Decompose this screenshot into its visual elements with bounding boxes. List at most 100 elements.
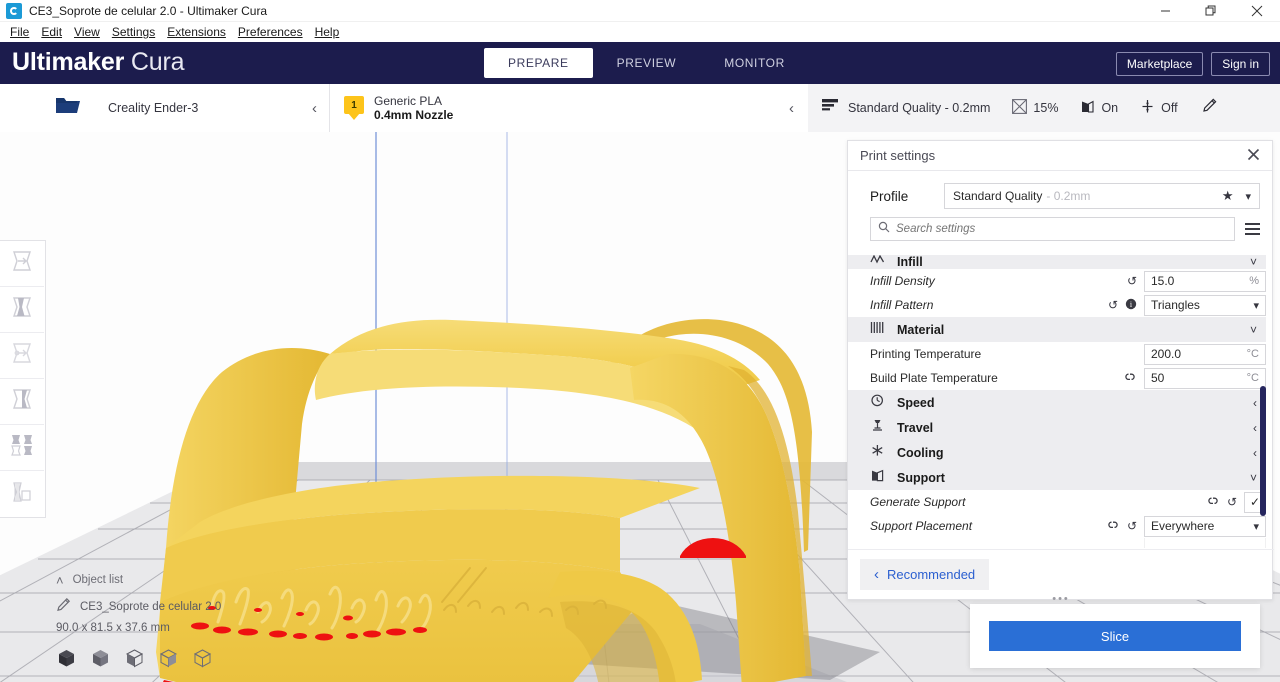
value-text: Everywhere bbox=[1151, 519, 1215, 533]
revert-icon[interactable]: ↺ bbox=[1127, 274, 1137, 288]
rotate-tool[interactable] bbox=[0, 333, 44, 379]
settings-scrollbar[interactable] bbox=[1260, 386, 1266, 516]
per-model-settings-tool[interactable] bbox=[0, 425, 44, 471]
menu-view-label: View bbox=[74, 25, 100, 39]
move-tool[interactable] bbox=[0, 241, 44, 287]
menu-edit[interactable]: Edit bbox=[35, 23, 68, 41]
category-label-infill: Infill bbox=[897, 255, 923, 269]
machine-selector[interactable]: Creality Ender-3 ‹ bbox=[96, 84, 330, 132]
slice-button[interactable]: Slice bbox=[989, 621, 1241, 651]
setting-row-build-plate-temperature[interactable]: Build Plate Temperature 50 °C bbox=[870, 366, 1266, 390]
setting-label: Generate Support bbox=[870, 495, 966, 509]
chevron-down-icon: ▾ bbox=[1253, 520, 1259, 533]
settings-menu-icon[interactable] bbox=[1245, 223, 1260, 235]
favorite-star-icon[interactable]: ★ bbox=[1222, 188, 1234, 204]
settings-category-material[interactable]: Material ˅ bbox=[848, 317, 1266, 342]
cura-logo-icon bbox=[6, 2, 22, 19]
stage-tabs: PREPARE PREVIEW MONITOR bbox=[484, 48, 809, 78]
chevron-left-icon: ‹ bbox=[1253, 420, 1257, 435]
setting-row-printing-temperature[interactable]: Printing Temperature 200.0 °C bbox=[870, 342, 1266, 366]
close-icon[interactable] bbox=[1247, 148, 1260, 164]
setting-label: Build Plate Temperature bbox=[870, 371, 998, 385]
setting-row-infill-density[interactable]: Infill Density ↺ 15.0 % bbox=[870, 269, 1266, 293]
revert-icon[interactable]: ↺ bbox=[1227, 495, 1237, 509]
search-settings-box[interactable] bbox=[870, 217, 1235, 241]
adhesion-value: Off bbox=[1161, 101, 1178, 115]
adhesion-summary: Off bbox=[1140, 99, 1178, 117]
mirror-tool[interactable] bbox=[0, 379, 44, 425]
print-settings-footer: ‹ Recommended ••• bbox=[848, 549, 1274, 605]
menu-help[interactable]: Help bbox=[309, 23, 346, 41]
settings-category-infill[interactable]: Infill ˅ bbox=[848, 255, 1266, 269]
setting-row-infill-pattern[interactable]: Infill Pattern ↺ i Triangles ▾ bbox=[870, 293, 1266, 317]
link-icon[interactable] bbox=[1106, 519, 1120, 534]
object-name: CE3_Soprote de celular 2.0 bbox=[80, 601, 222, 613]
link-icon[interactable] bbox=[1123, 371, 1137, 386]
object-list-header[interactable]: ˄ Object list bbox=[56, 570, 221, 590]
setting-row-support-placement[interactable]: Support Placement ↺ Everywhere ▾ bbox=[870, 514, 1266, 538]
settings-category-travel[interactable]: Travel ‹ bbox=[848, 415, 1266, 440]
menu-preferences-label: Preferences bbox=[237, 25, 303, 39]
close-icon[interactable] bbox=[1234, 0, 1280, 22]
tab-monitor[interactable]: MONITOR bbox=[700, 48, 809, 78]
value-unit: °C bbox=[1246, 372, 1259, 384]
settings-list[interactable]: Infill ˅ Infill Density ↺ 15.0 % Infill … bbox=[848, 255, 1274, 551]
profile-dropdown[interactable]: Standard Quality - 0.2mm ★ ▾ bbox=[944, 183, 1260, 209]
pencil-icon[interactable] bbox=[1202, 98, 1217, 118]
infill-summary: 15% bbox=[1012, 99, 1058, 117]
profile-label: Profile bbox=[870, 188, 909, 204]
menu-preferences[interactable]: Preferences bbox=[232, 23, 309, 41]
info-icon[interactable]: i bbox=[1125, 298, 1137, 313]
print-settings-panel: Print settings Profile Standard Quality … bbox=[847, 140, 1274, 605]
view-xray-icon[interactable] bbox=[90, 648, 111, 674]
scale-tool-icon bbox=[9, 294, 35, 325]
menu-extensions[interactable]: Extensions bbox=[161, 23, 232, 41]
support-icon bbox=[870, 469, 885, 487]
setting-value-printing-temperature[interactable]: 200.0 °C bbox=[1144, 343, 1266, 365]
menu-help-label: Help bbox=[314, 25, 340, 39]
tab-prepare[interactable]: PREPARE bbox=[484, 48, 593, 78]
marketplace-button[interactable]: Marketplace bbox=[1115, 52, 1204, 76]
setting-value-support-placement[interactable]: Everywhere ▾ bbox=[1144, 515, 1266, 537]
menu-file[interactable]: File bbox=[4, 23, 35, 41]
support-blocker-icon bbox=[9, 479, 35, 510]
chevron-left-icon: ‹ bbox=[312, 99, 317, 117]
recommended-button[interactable]: ‹ Recommended bbox=[860, 559, 990, 590]
view-wireframe-icon[interactable] bbox=[192, 648, 213, 674]
search-icon bbox=[878, 220, 890, 238]
menu-settings[interactable]: Settings bbox=[106, 23, 161, 41]
revert-icon[interactable]: ↺ bbox=[1108, 298, 1118, 312]
tab-preview[interactable]: PREVIEW bbox=[593, 48, 701, 78]
sign-in-button[interactable]: Sign in bbox=[1211, 52, 1270, 76]
category-label-support: Support bbox=[897, 470, 945, 485]
menu-settings-label: Settings bbox=[111, 25, 156, 39]
setting-value-infill-pattern[interactable]: Triangles ▾ bbox=[1144, 294, 1266, 316]
menu-extensions-label: Extensions bbox=[167, 25, 226, 39]
infill-icon bbox=[870, 255, 885, 269]
view-solid-icon[interactable] bbox=[56, 648, 77, 674]
link-icon[interactable] bbox=[1206, 495, 1220, 510]
value-text: 15.0 bbox=[1151, 274, 1175, 288]
object-list-item[interactable]: CE3_Soprote de celular 2.0 bbox=[56, 597, 221, 617]
setting-value-infill-density[interactable]: 15.0 % bbox=[1144, 270, 1266, 292]
settings-category-cooling[interactable]: Cooling ‹ bbox=[848, 440, 1266, 465]
recommended-label: Recommended bbox=[887, 567, 976, 582]
settings-category-support[interactable]: Support ˅ bbox=[848, 465, 1266, 490]
search-input[interactable] bbox=[896, 223, 1227, 235]
scale-tool[interactable] bbox=[0, 287, 44, 333]
revert-icon[interactable]: ↺ bbox=[1127, 519, 1137, 533]
menu-view[interactable]: View bbox=[68, 23, 106, 41]
object-list: ˄ Object list CE3_Soprote de celular 2.0… bbox=[56, 570, 221, 635]
minimize-icon[interactable] bbox=[1142, 0, 1188, 22]
material-selector[interactable]: 1 Generic PLA 0.4mm Nozzle ‹ bbox=[330, 84, 808, 132]
setting-row-generate-support[interactable]: Generate Support ↺ ✓ bbox=[870, 490, 1266, 514]
view-layer-icon[interactable] bbox=[124, 648, 145, 674]
restore-icon[interactable] bbox=[1188, 0, 1234, 22]
print-setup-selector[interactable]: Standard Quality - 0.2mm 15% On Off bbox=[808, 84, 1280, 132]
infill-value: 15% bbox=[1033, 101, 1059, 115]
settings-category-speed[interactable]: Speed ‹ bbox=[848, 390, 1266, 415]
support-blocker-tool[interactable] bbox=[0, 471, 44, 517]
setting-value-build-plate-temperature[interactable]: 50 °C bbox=[1144, 367, 1266, 389]
view-compatibility-icon[interactable] bbox=[158, 648, 179, 674]
open-file-button[interactable] bbox=[44, 84, 92, 132]
